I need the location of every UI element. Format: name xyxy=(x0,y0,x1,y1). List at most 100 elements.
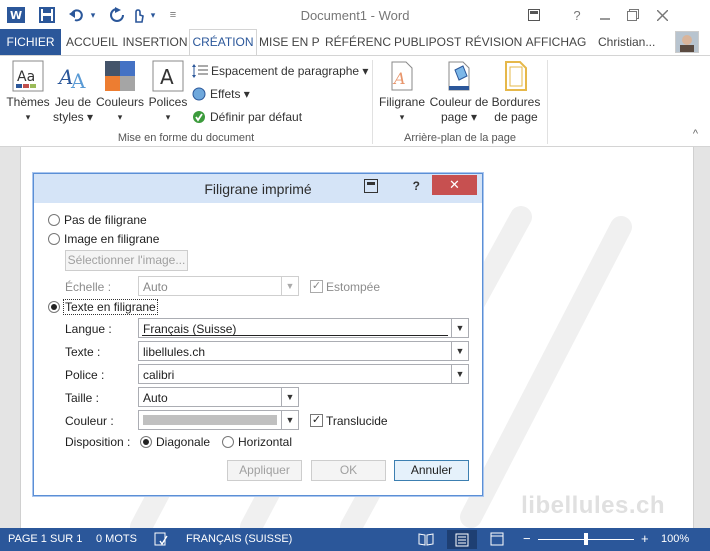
help-button[interactable]: ? xyxy=(565,4,589,26)
fonts-dropdown: ▾ xyxy=(165,112,171,122)
ribbon-display-options-icon[interactable] xyxy=(522,4,546,26)
page-borders-label-2: de page xyxy=(494,110,538,124)
select-image-button[interactable]: Sélectionner l'image... xyxy=(65,250,188,271)
dialog-title-bar[interactable]: Filigrane imprimé ? ✕ xyxy=(34,174,482,203)
zoom-out-button[interactable]: − xyxy=(523,531,531,546)
tab-view[interactable]: AFFICHAG xyxy=(525,29,587,55)
font-select[interactable]: calibri ▼ xyxy=(138,364,469,384)
group-page-background: Arrière-plan de la page xyxy=(404,132,516,144)
tab-design[interactable]: CRÉATION xyxy=(189,29,257,55)
apply-button[interactable]: Appliquer xyxy=(227,460,302,481)
font-value: calibri xyxy=(143,368,175,382)
group-document-formatting: Mise en forme du document xyxy=(117,132,255,144)
style-set-button[interactable]: AA Jeu de styles ▾ xyxy=(52,60,94,125)
tab-insert[interactable]: INSERTION xyxy=(122,29,188,55)
effects-button[interactable]: Effets ▾ xyxy=(192,84,250,104)
collapse-ribbon-icon[interactable]: ^ xyxy=(693,128,698,140)
cancel-button[interactable]: Annuler xyxy=(394,460,469,481)
colors-label: Couleurs xyxy=(95,95,145,109)
horizontal-radio[interactable] xyxy=(222,436,234,448)
chevron-down-icon: ▼ xyxy=(451,342,468,360)
page-color-icon xyxy=(443,60,475,92)
zoom-level[interactable]: 100% xyxy=(661,533,689,545)
tab-references[interactable]: RÉFÉRENC xyxy=(325,29,391,55)
ribbon-design: Aa Thèmes ▾ AA Jeu de styles ▾ Couleurs … xyxy=(0,55,710,147)
color-select[interactable]: ▼ xyxy=(138,410,299,430)
scale-select[interactable]: Auto ▼ xyxy=(138,276,299,296)
svg-text:A: A xyxy=(392,69,406,88)
tab-mailings[interactable]: PUBLIPOST xyxy=(394,29,461,55)
paragraph-spacing-label: Espacement de paragraphe ▾ xyxy=(211,64,369,78)
print-layout-icon[interactable] xyxy=(447,530,477,549)
zoom-in-button[interactable]: + xyxy=(641,531,649,546)
text-select[interactable]: libellules.ch ▼ xyxy=(138,341,469,361)
effects-icon xyxy=(192,87,206,101)
semitransparent-checkbox[interactable]: ✓ xyxy=(310,414,323,427)
tab-layout[interactable]: MISE EN P xyxy=(259,29,320,55)
picture-watermark-label[interactable]: Image en filigrane xyxy=(64,232,159,246)
themes-label: Thèmes xyxy=(6,95,50,109)
status-bar: PAGE 1 SUR 1 0 MOTS FRANÇAIS (SUISSE) − … xyxy=(0,528,710,551)
paragraph-spacing-icon xyxy=(192,64,208,78)
layout-label: Disposition : xyxy=(65,435,131,449)
fonts-label: Polices xyxy=(148,95,188,109)
diagonal-label[interactable]: Diagonale xyxy=(156,435,210,449)
language-status[interactable]: FRANÇAIS (SUISSE) xyxy=(186,533,292,545)
web-layout-icon[interactable] xyxy=(490,532,504,549)
zoom-slider-thumb[interactable] xyxy=(584,533,588,545)
style-set-label-2: styles ▾ xyxy=(52,110,94,124)
svg-text:Aa: Aa xyxy=(17,69,35,85)
colors-button[interactable]: Couleurs ▾ xyxy=(94,60,146,125)
word-count[interactable]: 0 MOTS xyxy=(96,533,137,545)
proofing-icon[interactable] xyxy=(154,532,168,549)
svg-text:A: A xyxy=(70,69,86,92)
watermark-button[interactable]: A Filigrane ▾ xyxy=(376,60,428,125)
text-watermark-label[interactable]: Texte en filigrane xyxy=(63,299,158,315)
page-color-label-2: page ▾ xyxy=(440,110,478,124)
style-set-label-1: Jeu de xyxy=(54,95,92,109)
close-icon[interactable] xyxy=(650,4,674,26)
tab-review[interactable]: RÉVISION xyxy=(465,29,522,55)
printed-watermark-dialog: Filigrane imprimé ? ✕ Pas de filigrane I… xyxy=(33,173,483,496)
washout-checkbox[interactable]: ✓ xyxy=(310,280,323,293)
tab-home[interactable]: ACCUEIL xyxy=(64,29,120,55)
no-watermark-label[interactable]: Pas de filigrane xyxy=(64,213,147,227)
dialog-close-button[interactable]: ✕ xyxy=(432,175,477,195)
restore-icon[interactable] xyxy=(621,4,645,26)
size-select[interactable]: Auto ▼ xyxy=(138,387,299,407)
checkmark-icon xyxy=(193,111,205,123)
themes-dropdown: ▾ xyxy=(25,112,31,122)
dialog-touch-icon[interactable] xyxy=(364,179,378,193)
minimize-icon[interactable] xyxy=(593,4,617,26)
read-mode-icon[interactable] xyxy=(418,532,434,549)
tab-file[interactable]: FICHIER xyxy=(0,29,61,55)
page-borders-icon xyxy=(500,60,532,92)
font-label: Police : xyxy=(65,368,105,382)
dialog-help-button[interactable]: ? xyxy=(413,179,420,193)
language-value: Français (Suisse) xyxy=(143,322,237,336)
washout-label[interactable]: Estompée xyxy=(326,280,380,294)
language-select[interactable]: Français (Suisse) ▼ xyxy=(138,318,469,338)
themes-button[interactable]: Aa Thèmes ▾ xyxy=(4,60,52,125)
page-borders-button[interactable]: Bordures de page xyxy=(490,60,542,125)
no-watermark-radio[interactable] xyxy=(48,214,60,226)
set-as-default-button[interactable]: Définir par défaut xyxy=(192,107,302,127)
colors-dropdown: ▾ xyxy=(117,112,123,122)
user-name[interactable]: Christian... xyxy=(598,29,660,55)
picture-watermark-radio[interactable] xyxy=(48,233,60,245)
fonts-button[interactable]: A Polices ▾ xyxy=(146,60,190,125)
page-count[interactable]: PAGE 1 SUR 1 xyxy=(8,533,82,545)
paragraph-spacing-button[interactable]: Espacement de paragraphe ▾ xyxy=(192,61,368,81)
text-watermark-radio[interactable] xyxy=(48,301,60,313)
themes-icon: Aa xyxy=(12,60,44,92)
diagonal-radio[interactable] xyxy=(140,436,152,448)
avatar[interactable] xyxy=(675,31,699,53)
page-watermark-text: libellules.ch xyxy=(521,492,665,519)
semitransparent-label[interactable]: Translucide xyxy=(326,414,388,428)
ok-button[interactable]: OK xyxy=(311,460,386,481)
color-label: Couleur : xyxy=(65,414,114,428)
horizontal-label[interactable]: Horizontal xyxy=(238,435,292,449)
chevron-down-icon: ▼ xyxy=(281,277,298,295)
chevron-down-icon: ▼ xyxy=(451,319,468,337)
page-color-button[interactable]: Couleur de page ▾ xyxy=(428,60,490,125)
